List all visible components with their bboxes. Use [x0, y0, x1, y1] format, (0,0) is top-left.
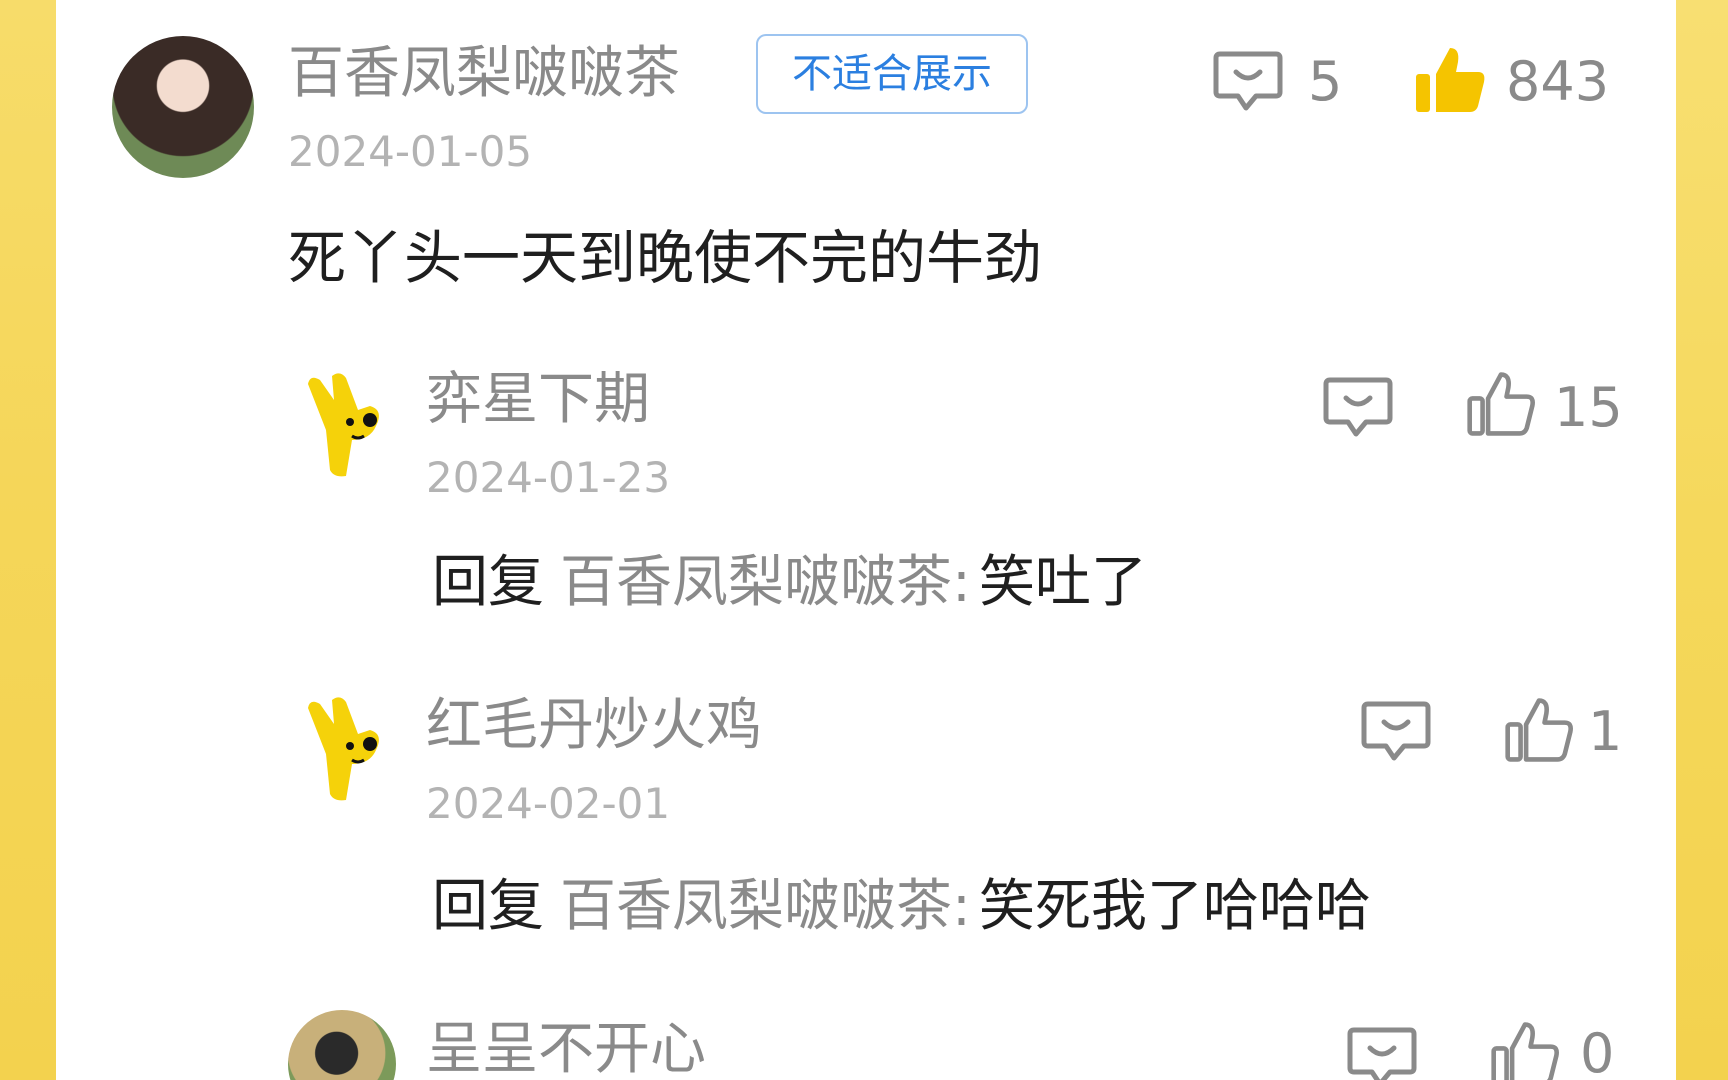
thumbs-up-icon[interactable]: [1466, 368, 1536, 440]
main-comment-text: 死丫头一天到晚使不完的牛劲: [288, 224, 1043, 292]
reply-word: 回复: [432, 874, 544, 939]
reply-text-line: 回复 百香凤梨啵啵茶: 笑吐了: [432, 550, 1147, 616]
reply-comment-icon[interactable]: [1212, 48, 1284, 114]
reply-author[interactable]: 呈呈不开心: [426, 1018, 706, 1080]
mascot-avatar-icon[interactable]: [300, 370, 390, 480]
main-comment-author[interactable]: 百香凤梨啵啵茶: [288, 42, 680, 106]
right-yellow-rail: [1676, 0, 1728, 1080]
reply-comment-icon[interactable]: [1346, 1024, 1418, 1080]
mascot-avatar-icon[interactable]: [300, 694, 390, 804]
unsuitable-badge: 不适合展示: [756, 34, 1028, 114]
thumbs-up-icon[interactable]: [1504, 694, 1574, 766]
reply-separator: :: [952, 550, 971, 615]
reply-word: 回复: [432, 550, 544, 615]
reply-author[interactable]: 弈星下期: [426, 368, 650, 432]
reply-target[interactable]: 百香凤梨啵啵茶: [560, 550, 952, 615]
reply-separator: :: [952, 874, 971, 939]
reply-date: 2024-01-23: [426, 453, 671, 502]
thumbs-up-filled-icon[interactable]: [1412, 44, 1488, 116]
reply-text-line: 回复 百香凤梨啵啵茶: 笑死我了哈哈哈: [432, 874, 1371, 940]
reply-content: 笑吐了: [978, 550, 1147, 615]
reply-like-count: 15: [1554, 376, 1623, 439]
reply-author[interactable]: 红毛丹炒火鸡: [426, 694, 762, 758]
reply-like-count: 0: [1580, 1022, 1615, 1080]
reply-target[interactable]: 百香凤梨啵啵茶: [560, 874, 952, 939]
main-reply-count: 5: [1308, 50, 1343, 113]
avatar-main-comment[interactable]: [112, 36, 254, 178]
left-yellow-rail: [0, 0, 56, 1080]
comment-page: 百香凤梨啵啵茶 不适合展示 2024-01-05 死丫头一天到晚使不完的牛劲 5…: [0, 0, 1728, 1080]
reply-comment-icon[interactable]: [1360, 698, 1432, 764]
main-like-count: 843: [1506, 50, 1610, 113]
reply-like-count: 1: [1588, 700, 1623, 763]
reply-comment-icon[interactable]: [1322, 374, 1394, 440]
reply-date: 2024-02-01: [426, 779, 671, 828]
main-comment-date: 2024-01-05: [288, 127, 533, 176]
thumbs-up-icon[interactable]: [1490, 1018, 1560, 1080]
reply-content: 笑死我了哈哈哈: [978, 874, 1371, 939]
